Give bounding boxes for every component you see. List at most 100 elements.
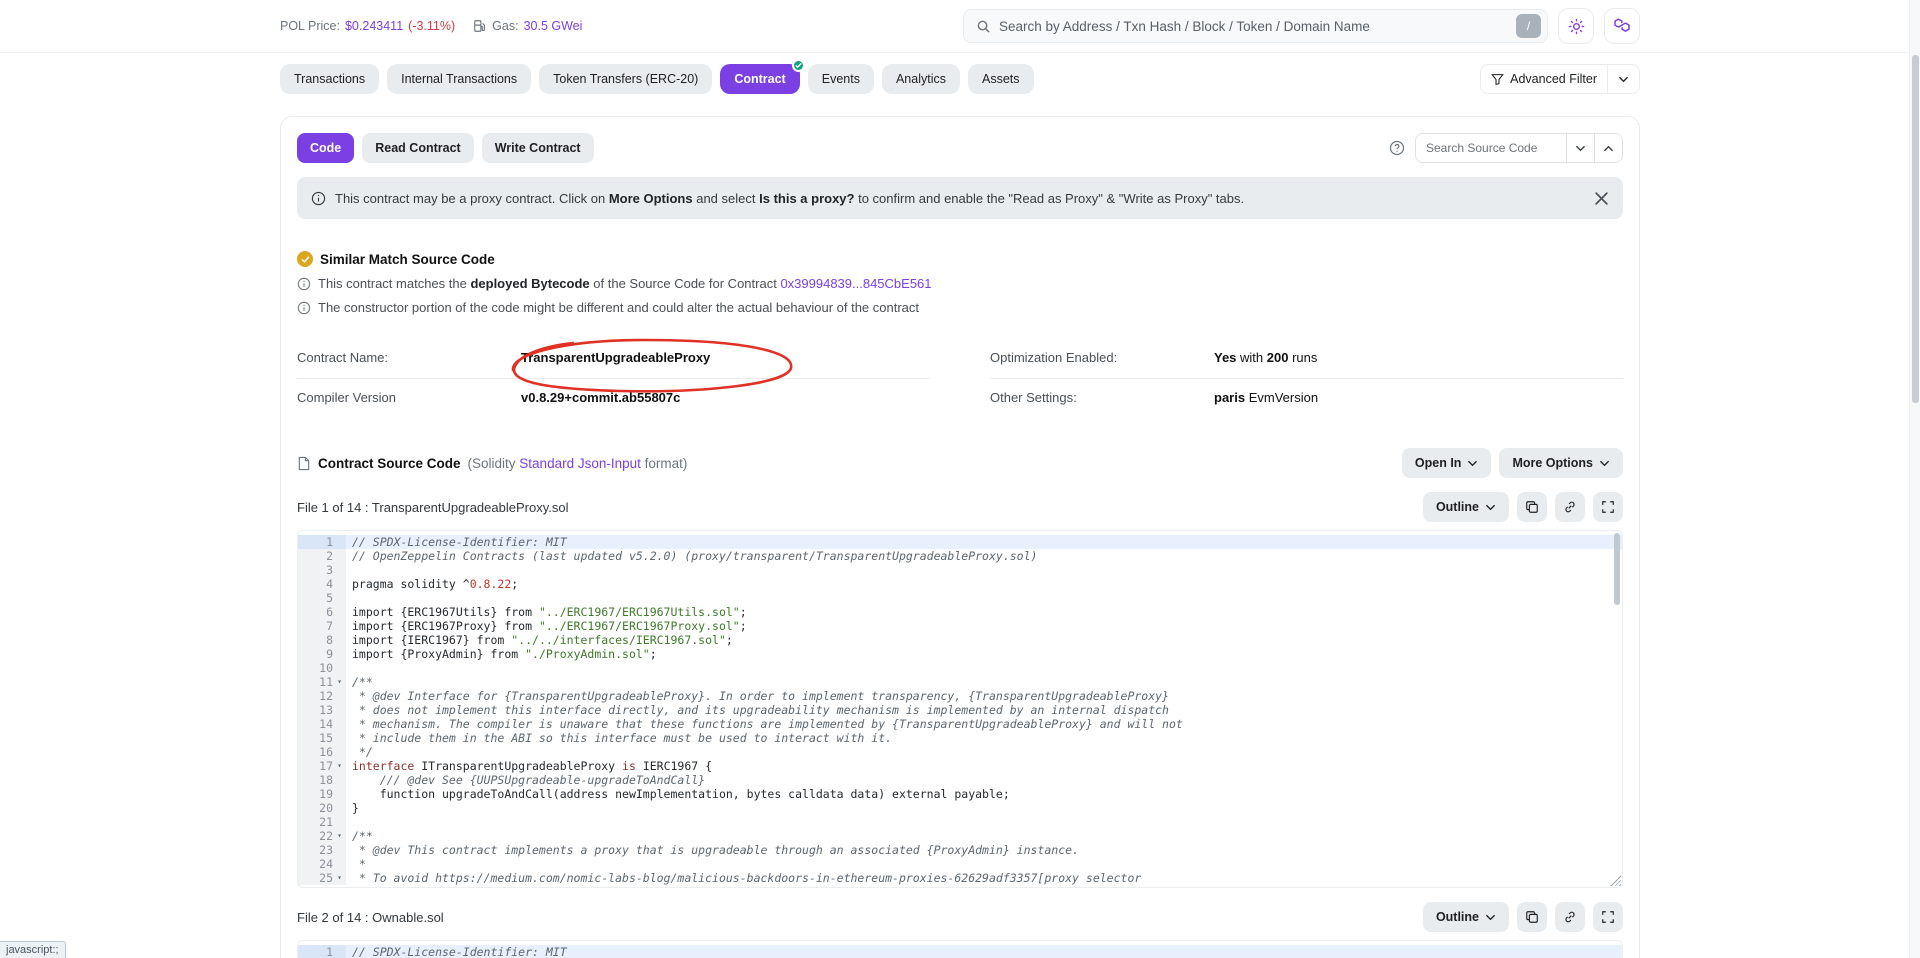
advanced-filter-dropdown[interactable] xyxy=(1608,65,1639,93)
permalink-icon[interactable] xyxy=(1555,902,1585,932)
search-next-button[interactable] xyxy=(1566,134,1594,162)
code-line: 18 /// @dev See {UUPSUpgradeable-upgrade… xyxy=(298,773,1622,787)
contract-metadata: Contract Name: TransparentUpgradeablePro… xyxy=(297,339,1623,418)
verified-check-icon xyxy=(297,251,313,267)
open-in-button[interactable]: Open In xyxy=(1402,448,1492,478)
address-tabs-row: Transactions Internal Transactions Token T… xyxy=(280,64,1640,94)
code-editor[interactable]: 1// SPDX-License-Identifier: MIT2// Open… xyxy=(297,530,1623,888)
code-line: 16 */ xyxy=(298,745,1622,759)
code-line: 4pragma solidity ^0.8.22; xyxy=(298,577,1622,591)
search-input[interactable] xyxy=(999,19,1508,34)
info-icon xyxy=(311,191,326,206)
sun-icon xyxy=(1568,18,1585,35)
tab-token-transfers-erc-20[interactable]: Token Transfers (ERC-20) xyxy=(539,64,712,94)
collapse-section-button[interactable] xyxy=(1594,134,1622,162)
expand-icon[interactable] xyxy=(1593,902,1623,932)
code-line: 24 * xyxy=(298,857,1622,871)
code-line: 5 xyxy=(298,591,1622,605)
optimization-row: Optimization Enabled: Yes with 200 runs xyxy=(990,339,1623,378)
gas-pump-icon xyxy=(473,19,487,33)
theme-toggle-button[interactable] xyxy=(1558,8,1594,44)
write-contract-button[interactable]: Write Contract xyxy=(482,133,594,163)
code-line: 19 function upgradeToAndCall(address new… xyxy=(298,787,1622,801)
code-line: 6import {ERC1967Utils} from "../ERC1967/… xyxy=(298,605,1622,619)
contract-name-value: TransparentUpgradeableProxy xyxy=(521,350,710,365)
help-icon[interactable] xyxy=(1389,140,1405,156)
file-section: File 2 of 14 : Ownable.sol Outline 1// SPD… xyxy=(297,902,1623,958)
funnel-icon xyxy=(1491,73,1504,86)
contract-card: Code Read Contract Write Contract xyxy=(280,116,1640,958)
file-label: File 2 of 14 : Ownable.sol xyxy=(297,910,444,925)
banner-text: This contract may be a proxy contract. C… xyxy=(335,191,1244,206)
polygonscan-logo-button[interactable] xyxy=(1604,8,1640,44)
search-icon xyxy=(976,19,991,34)
source-code-title: Contract Source Code xyxy=(318,456,461,471)
read-contract-button[interactable]: Read Contract xyxy=(362,133,473,163)
code-line: 12 * @dev Interface for {TransparentUpgr… xyxy=(298,689,1622,703)
code-editor[interactable]: 1// SPDX-License-Identifier: MIT2// Open… xyxy=(297,940,1623,958)
standard-json-input-link[interactable]: Standard Json-Input xyxy=(519,456,641,471)
code-tab-button[interactable]: Code xyxy=(297,133,354,163)
compiler-version-value: v0.8.29+commit.ab55807c xyxy=(521,390,680,405)
file-section: File 1 of 14 : TransparentUpgradeablePro… xyxy=(297,492,1623,888)
top-bar: POL Price: $0.243411 (-3.11%) Gas: 30.5 … xyxy=(0,0,1920,53)
verified-badge-icon xyxy=(792,59,805,72)
code-line: 10 xyxy=(298,661,1622,675)
permalink-icon[interactable] xyxy=(1555,492,1585,522)
compiler-version-row: Compiler Version v0.8.29+commit.ab55807c xyxy=(297,378,930,418)
tab-transactions[interactable]: Transactions xyxy=(280,64,379,94)
code-line: 14 * mechanism. The compiler is unaware … xyxy=(298,717,1622,731)
fold-arrow-icon[interactable]: ▾ xyxy=(333,759,346,773)
advanced-filter-button[interactable]: Advanced Filter xyxy=(1480,64,1640,94)
tab-events[interactable]: Events xyxy=(808,64,874,94)
slash-shortcut-badge: / xyxy=(1516,14,1541,38)
pol-price-change: (-3.11%) xyxy=(408,19,455,33)
code-line: 15 * include them in the ABI so this int… xyxy=(298,731,1622,745)
code-line: 1// SPDX-License-Identifier: MIT xyxy=(298,945,1622,958)
matched-contract-link[interactable]: 0x39994839...845CbE561 xyxy=(780,276,931,291)
outline-button[interactable]: Outline xyxy=(1423,902,1509,932)
code-line: 13 * does not implement this interface d… xyxy=(298,703,1622,717)
fold-arrow-icon[interactable]: ▾ xyxy=(333,829,346,843)
close-icon[interactable] xyxy=(1594,191,1609,206)
network-stats: POL Price: $0.243411 (-3.11%) Gas: 30.5 … xyxy=(280,19,582,33)
pol-price-value[interactable]: $0.243411 xyxy=(345,19,403,33)
expand-icon[interactable] xyxy=(1593,492,1623,522)
bytecode-match-line: This contract matches the deployed Bytec… xyxy=(297,276,1623,291)
constructor-note-line: The constructor portion of the code migh… xyxy=(297,300,1623,315)
global-search[interactable]: / xyxy=(963,9,1548,43)
copy-icon[interactable] xyxy=(1517,902,1547,932)
other-settings-value: paris EvmVersion xyxy=(1214,390,1318,405)
code-line: 11▾/** xyxy=(298,675,1622,689)
tab-assets[interactable]: Assets xyxy=(968,64,1034,94)
info-icon xyxy=(297,301,311,315)
tab-analytics[interactable]: Analytics xyxy=(882,64,960,94)
contract-name-row: Contract Name: TransparentUpgradeablePro… xyxy=(297,339,930,378)
code-line: 9import {ProxyAdmin} from "./ProxyAdmin.… xyxy=(298,647,1622,661)
search-source-code-input[interactable] xyxy=(1416,141,1566,155)
code-line: 7import {ERC1967Proxy} from "../ERC1967/… xyxy=(298,619,1622,633)
gas-label: Gas: xyxy=(492,19,518,33)
code-line: 1// SPDX-License-Identifier: MIT xyxy=(298,535,1622,549)
proxy-info-banner: This contract may be a proxy contract. C… xyxy=(297,177,1623,219)
copy-icon[interactable] xyxy=(1517,492,1547,522)
editor-scrollbar[interactable] xyxy=(1614,533,1620,605)
more-options-button[interactable]: More Options xyxy=(1499,448,1623,478)
fold-arrow-icon[interactable]: ▾ xyxy=(333,675,346,689)
outline-button[interactable]: Outline xyxy=(1423,492,1509,522)
code-line: 3 xyxy=(298,563,1622,577)
tab-contract[interactable]: Contract xyxy=(720,64,799,94)
info-icon xyxy=(297,277,311,291)
page-scrollbar[interactable] xyxy=(1909,0,1920,958)
search-source-code-group xyxy=(1415,133,1623,163)
optimization-value: Yes with 200 runs xyxy=(1214,350,1317,365)
file-icon xyxy=(297,456,311,471)
fold-arrow-icon[interactable]: ▾ xyxy=(333,871,346,885)
page-scrollbar-thumb[interactable] xyxy=(1912,55,1919,403)
code-line: 20} xyxy=(298,801,1622,815)
code-line: 22▾/** xyxy=(298,829,1622,843)
tab-internal-transactions[interactable]: Internal Transactions xyxy=(387,64,531,94)
gas-value[interactable]: 30.5 GWei xyxy=(524,19,583,33)
code-line: 25▾ * To avoid https://medium.com/nomic-… xyxy=(298,871,1622,885)
code-line: 2// OpenZeppelin Contracts (last updated… xyxy=(298,549,1622,563)
